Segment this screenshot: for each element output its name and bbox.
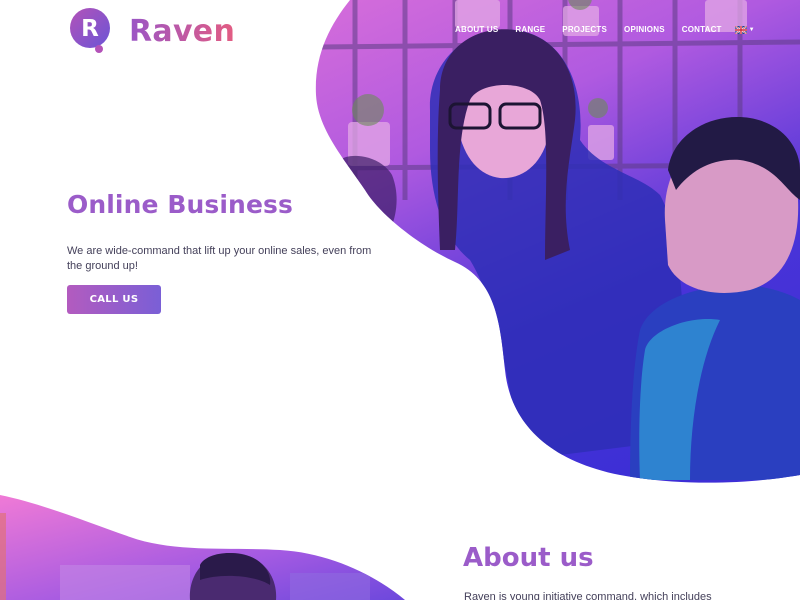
brand-name: Raven xyxy=(129,13,236,49)
nav-item-projects[interactable]: PROJECTS xyxy=(562,24,607,36)
about-text: Raven is young initiative command, which… xyxy=(464,591,712,600)
hero-description: We are wide-command that lift up your on… xyxy=(67,245,372,272)
uk-flag-icon xyxy=(734,26,747,34)
chevron-down-icon: ▼ xyxy=(748,27,755,33)
landing-page: R Raven ABOUT US RANGE PROJECTS OPINIONS… xyxy=(0,0,800,600)
language-selector[interactable]: ▼ xyxy=(734,26,755,34)
logo-letter: R xyxy=(81,16,99,42)
nav-item-about-us[interactable]: ABOUT US xyxy=(455,24,498,36)
nav-item-range[interactable]: RANGE xyxy=(515,24,545,36)
logo-icon: R xyxy=(70,8,110,53)
call-us-button[interactable]: CALL US xyxy=(67,285,161,314)
hero-title: Online Business xyxy=(67,190,293,219)
nav-item-contact[interactable]: CONTACT xyxy=(682,24,722,36)
main-nav: ABOUT US RANGE PROJECTS OPINIONS CONTACT… xyxy=(455,24,755,36)
about-image xyxy=(0,495,405,600)
nav-item-opinions[interactable]: OPINIONS xyxy=(624,24,665,36)
brand-logo[interactable]: R Raven xyxy=(67,7,235,55)
about-title: About us xyxy=(463,543,594,573)
